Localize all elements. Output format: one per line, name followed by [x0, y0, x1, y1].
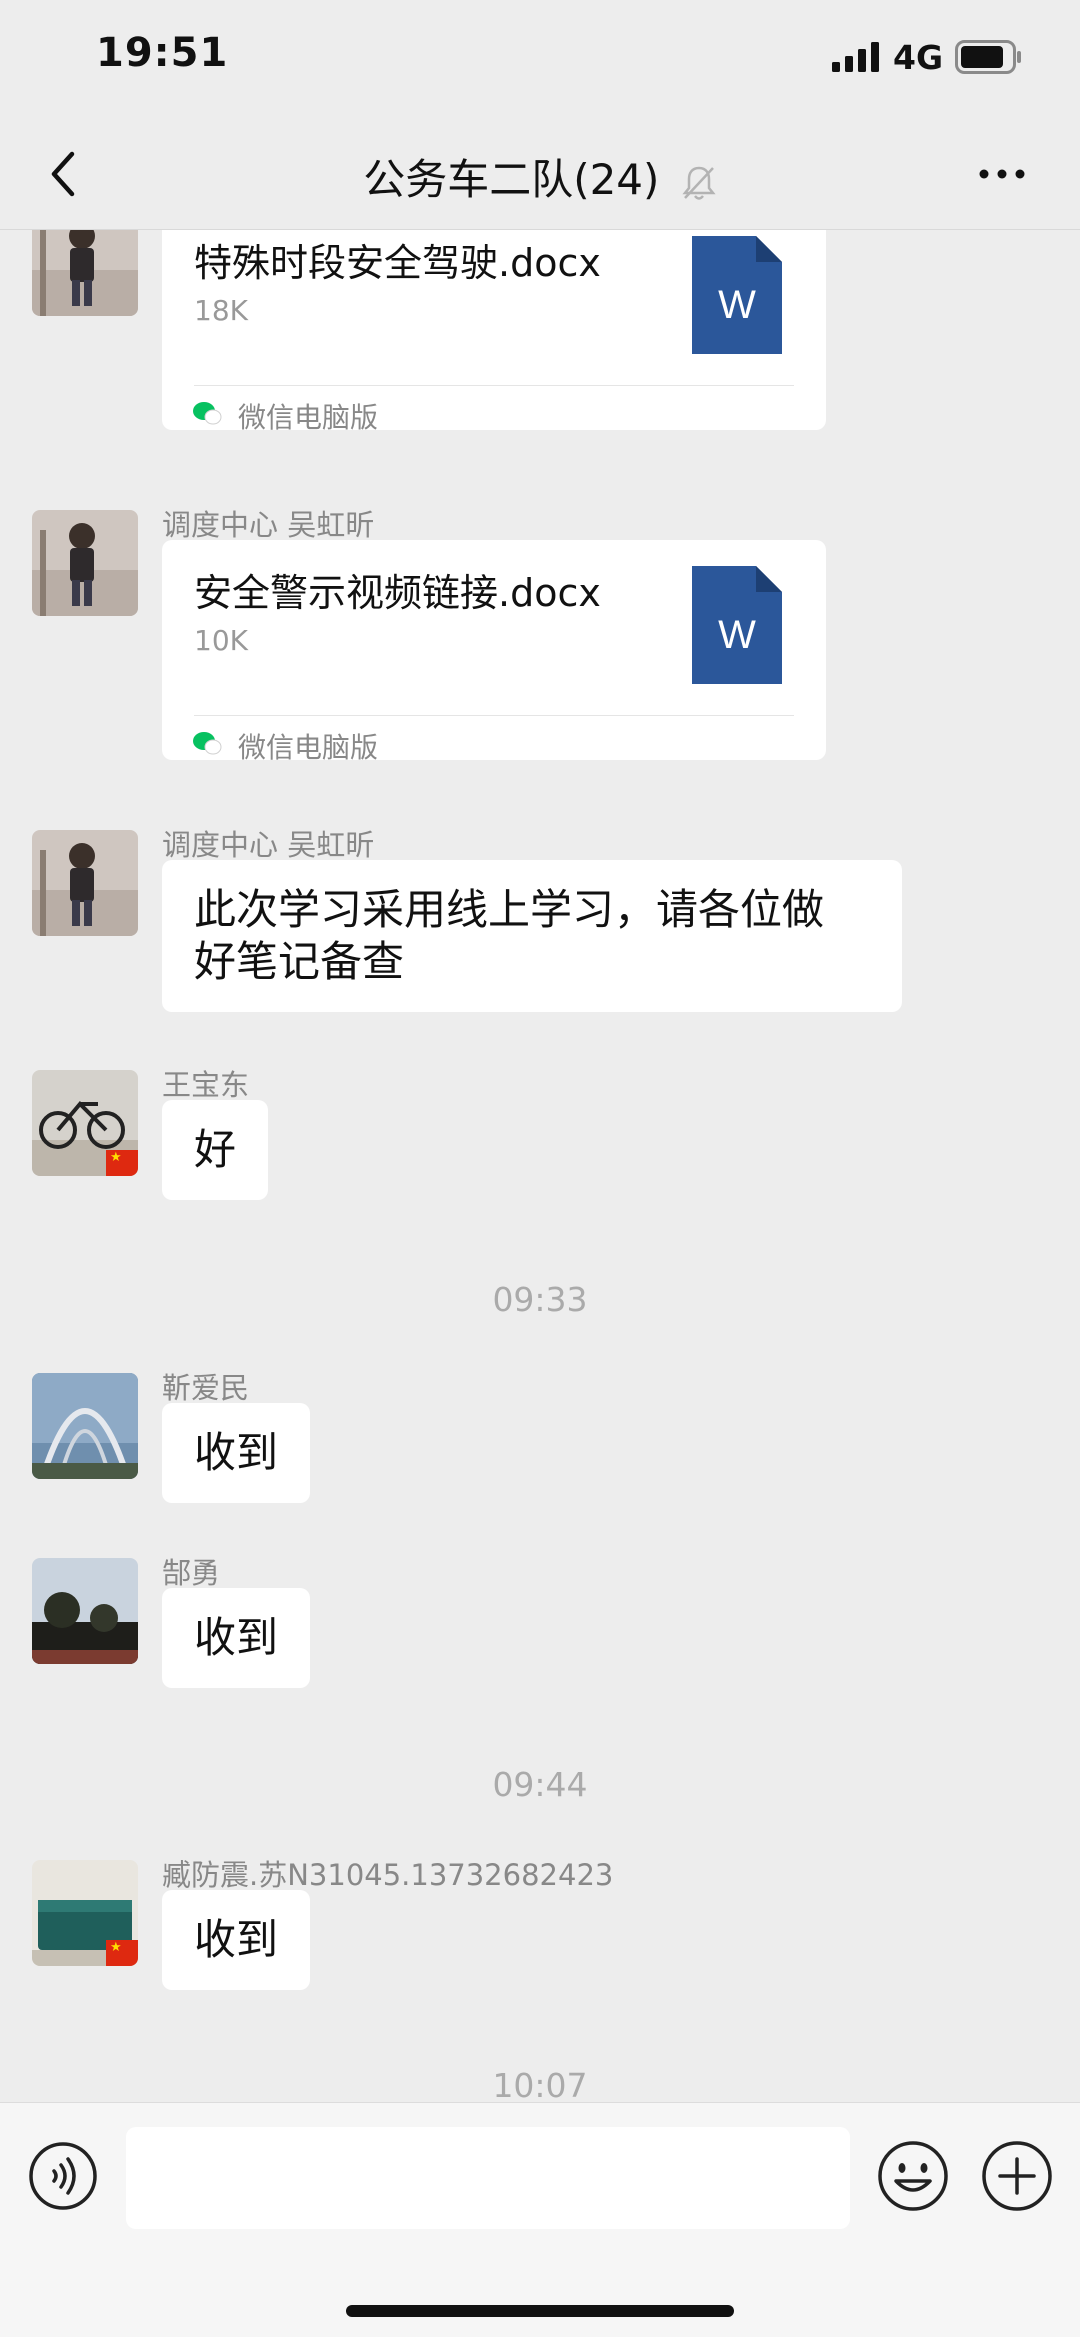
file-source: 微信电脑版: [238, 401, 379, 434]
timestamp: 09:44: [492, 1765, 588, 1804]
chat-screen: 19:51 4G 公务车二队(24) 特殊时段安全驾驶.docx 18K W 微…: [0, 0, 1080, 2337]
avatar[interactable]: [32, 830, 138, 936]
sender-name: 郜勇: [162, 1556, 221, 1590]
wechat-icon: [193, 732, 222, 755]
file-name: 安全警示视频链接.docx: [194, 571, 601, 615]
more-icon[interactable]: [978, 152, 1026, 196]
message-text: 收到: [194, 1613, 279, 1662]
sender-name: 王宝东: [162, 1068, 250, 1102]
message-bubble[interactable]: 收到: [162, 1403, 311, 1503]
timestamp: 09:33: [492, 1280, 588, 1319]
avatar[interactable]: [32, 1558, 138, 1664]
message-text-line: 此次学习采用线上学习，请各位做: [194, 885, 825, 934]
avatar[interactable]: [32, 230, 138, 316]
sender-name: 调度中心 吴虹昕: [162, 508, 375, 542]
avatar[interactable]: [32, 510, 138, 616]
message-input[interactable]: [126, 2127, 850, 2229]
chat-title: 公务车二队(24): [0, 146, 1080, 207]
status-time: 19:51: [96, 30, 229, 76]
nav-bar: 公务车二队(24): [0, 118, 1080, 230]
file-size: 10K: [194, 624, 248, 657]
timestamp: 10:07: [492, 2066, 588, 2102]
message-text: 好: [194, 1125, 237, 1174]
word-icon-letter: W: [718, 283, 756, 327]
file-card[interactable]: 安全警示视频链接.docx 10K W 微信电脑版: [162, 540, 826, 764]
file-source: 微信电脑版: [238, 731, 379, 764]
file-card[interactable]: 特殊时段安全驾驶.docx 18K W 微信电脑版: [162, 230, 826, 434]
message-text-line: 好笔记备查: [194, 937, 405, 986]
message-bubble[interactable]: 收到: [162, 1588, 311, 1688]
message-bubble[interactable]: 此次学习采用线上学习，请各位做 好笔记备查: [162, 860, 902, 1012]
mute-icon: [682, 166, 716, 200]
wechat-icon: [193, 402, 222, 425]
home-indicator[interactable]: [346, 2305, 734, 2317]
divider: [194, 715, 794, 716]
word-icon-letter: W: [718, 613, 756, 657]
message-bubble[interactable]: 好: [162, 1100, 269, 1200]
file-name: 特殊时段安全驾驶.docx: [194, 241, 601, 285]
message-bubble[interactable]: 收到: [162, 1890, 311, 1990]
input-bar: [0, 2102, 1080, 2337]
message-text: 收到: [194, 1915, 279, 1964]
status-bar: 19:51 4G: [0, 0, 1080, 118]
plus-icon[interactable]: [980, 2139, 1054, 2213]
avatar[interactable]: ★: [32, 1860, 138, 1966]
flag-badge: ★: [106, 1940, 138, 1966]
sender-name: 调度中心 吴虹昕: [162, 828, 375, 862]
chat-title-text: 公务车二队(24): [363, 155, 660, 204]
sender-name: 臧防震.苏N31045.13732682423: [162, 1858, 614, 1892]
sender-name: 靳爱民: [162, 1371, 250, 1405]
file-size: 18K: [194, 294, 248, 327]
battery-icon: [955, 40, 1021, 74]
word-icon: W: [692, 566, 782, 684]
divider: [194, 385, 794, 386]
chat-message-list[interactable]: 特殊时段安全驾驶.docx 18K W 微信电脑版 调度中心 吴虹昕 安全警示视…: [0, 230, 1080, 2102]
signal-icon: [832, 42, 879, 72]
emoji-icon[interactable]: [876, 2139, 950, 2213]
avatar[interactable]: ★: [32, 1070, 138, 1176]
avatar[interactable]: [32, 1373, 138, 1479]
voice-icon[interactable]: [28, 2141, 98, 2211]
network-label: 4G: [893, 38, 944, 77]
flag-badge: ★: [106, 1150, 138, 1176]
word-icon: W: [692, 236, 782, 354]
message-text: 收到: [194, 1428, 279, 1477]
